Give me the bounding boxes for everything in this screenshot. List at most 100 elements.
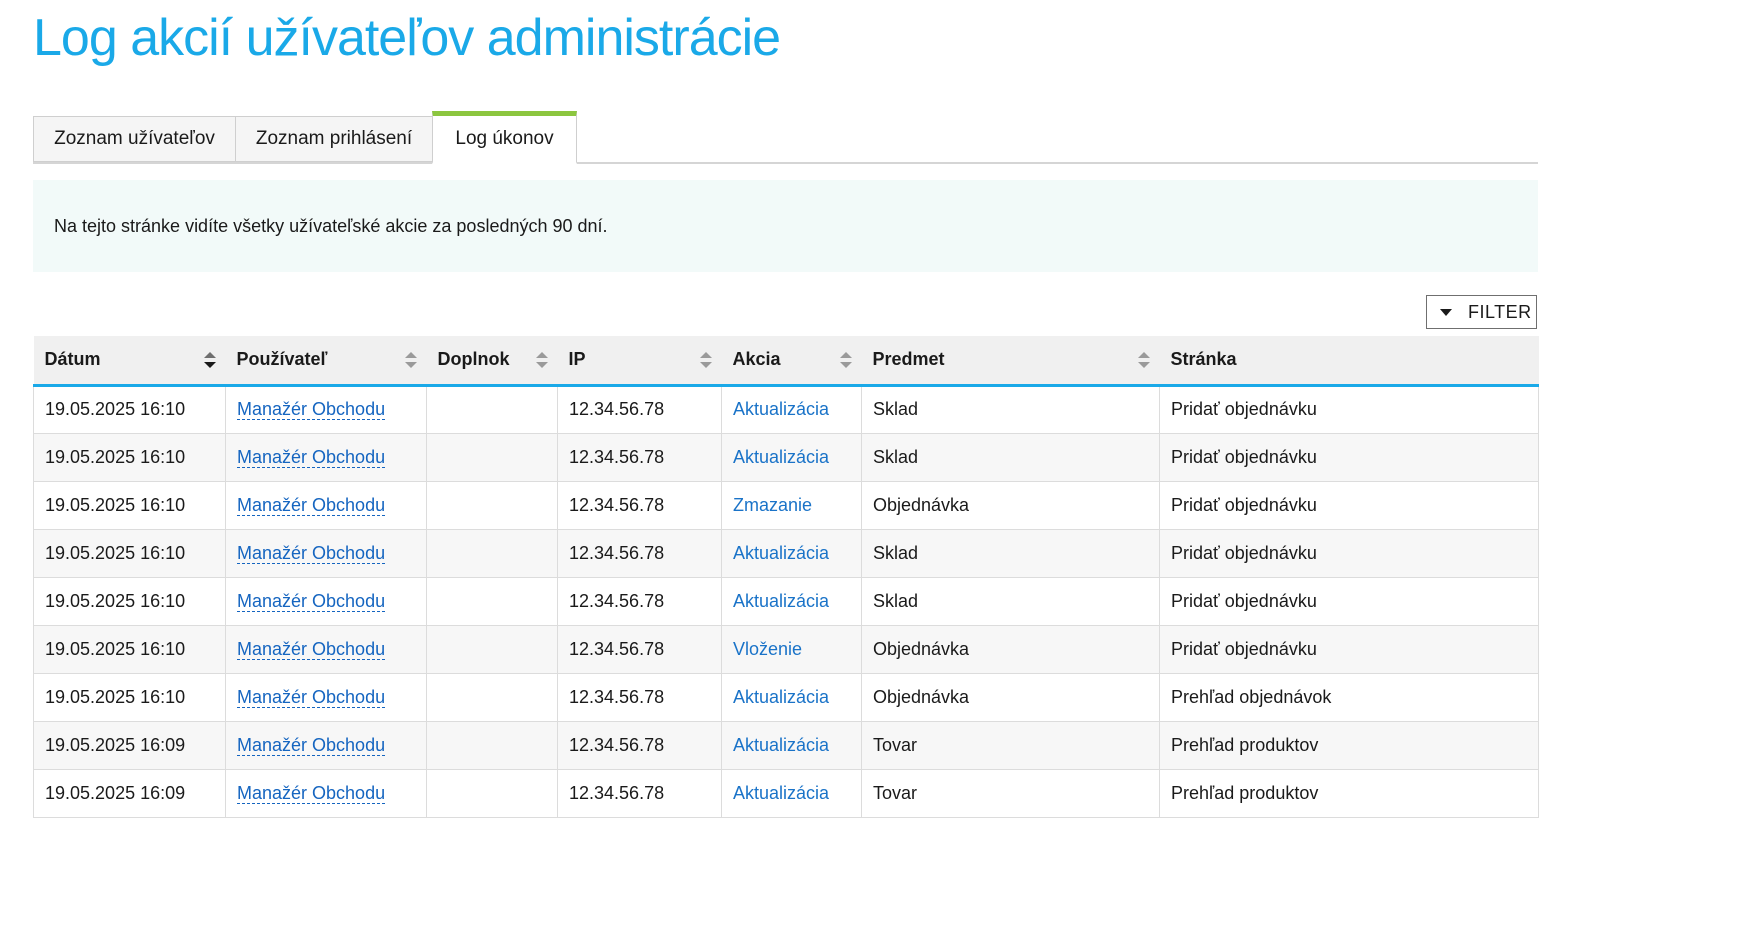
- sort-icon: [1137, 352, 1150, 370]
- cell-user-link[interactable]: Manažér Obchodu: [237, 542, 386, 564]
- cell-addon: [426, 577, 558, 626]
- cell-addon: [426, 385, 558, 434]
- cell-subject: Objednávka: [861, 481, 1160, 530]
- cell-action-link[interactable]: Aktualizácia: [733, 447, 829, 467]
- table-row: 19.05.2025 16:10 Manažér Obchodu 12.34.56.…: [33, 481, 1539, 530]
- cell-ip: 12.34.56.78: [557, 529, 722, 578]
- cell-action: Aktualizácia: [721, 577, 862, 626]
- cell-action-link[interactable]: Vloženie: [733, 639, 802, 659]
- cell-user: Manažér Obchodu: [225, 625, 427, 674]
- sort-icon: [535, 352, 548, 370]
- cell-user-link[interactable]: Manažér Obchodu: [237, 399, 386, 420]
- cell-subject: Objednávka: [861, 625, 1160, 674]
- column-header-addon[interactable]: Doplnok: [426, 336, 558, 387]
- cell-user: Manažér Obchodu: [225, 769, 427, 818]
- cell-page: Prehľad objednávok: [1159, 673, 1539, 722]
- column-header-user[interactable]: Používateľ: [225, 336, 427, 387]
- cell-user-link[interactable]: Manažér Obchodu: [237, 734, 386, 756]
- cell-action-link[interactable]: Aktualizácia: [733, 543, 829, 563]
- cell-ip: 12.34.56.78: [557, 769, 722, 818]
- cell-action: Aktualizácia: [721, 721, 862, 770]
- cell-date: 19.05.2025 16:09: [33, 721, 226, 770]
- cell-ip: 12.34.56.78: [557, 673, 722, 722]
- cell-subject: Sklad: [861, 577, 1160, 626]
- cell-page: Pridať objednávku: [1159, 577, 1539, 626]
- sort-icon: [404, 352, 417, 370]
- cell-date: 19.05.2025 16:10: [33, 385, 226, 434]
- page-title: Log akcií užívateľov administrácie: [33, 9, 781, 67]
- cell-action: Aktualizácia: [721, 769, 862, 818]
- tab-login-list[interactable]: Zoznam prihlásení: [235, 116, 433, 162]
- cell-page: Pridať objednávku: [1159, 433, 1539, 482]
- cell-addon: [426, 433, 558, 482]
- cell-date: 19.05.2025 16:10: [33, 433, 226, 482]
- column-header-subject[interactable]: Predmet: [861, 336, 1160, 387]
- cell-date: 19.05.2025 16:10: [33, 577, 226, 626]
- column-header-ip[interactable]: IP: [557, 336, 722, 387]
- cell-user-link[interactable]: Manažér Obchodu: [237, 638, 386, 660]
- cell-date: 19.05.2025 16:10: [33, 481, 226, 530]
- cell-action-link[interactable]: Aktualizácia: [733, 735, 829, 755]
- cell-ip: 12.34.56.78: [557, 385, 722, 434]
- sort-icon: [203, 352, 216, 370]
- cell-addon: [426, 529, 558, 578]
- cell-ip: 12.34.56.78: [557, 721, 722, 770]
- table-header-row: Dátum Používateľ Doplnok IP Akcia Predme…: [33, 336, 1539, 387]
- column-header-date[interactable]: Dátum: [33, 336, 226, 387]
- cell-date: 19.05.2025 16:10: [33, 673, 226, 722]
- cell-user-link[interactable]: Manažér Obchodu: [237, 782, 386, 804]
- cell-subject: Sklad: [861, 433, 1160, 482]
- cell-page: Prehľad produktov: [1159, 721, 1539, 770]
- cell-user: Manažér Obchodu: [225, 529, 427, 578]
- column-header-action[interactable]: Akcia: [721, 336, 862, 387]
- tab-action-log[interactable]: Log úkonov: [432, 111, 577, 164]
- cell-action: Vloženie: [721, 625, 862, 674]
- cell-action: Zmazanie: [721, 481, 862, 530]
- cell-user-link[interactable]: Manažér Obchodu: [237, 446, 386, 468]
- cell-date: 19.05.2025 16:10: [33, 529, 226, 578]
- cell-subject: Tovar: [861, 721, 1160, 770]
- cell-action-link[interactable]: Aktualizácia: [733, 687, 829, 707]
- cell-user-link[interactable]: Manažér Obchodu: [237, 494, 386, 516]
- cell-addon: [426, 721, 558, 770]
- tab-user-list[interactable]: Zoznam užívateľov: [33, 116, 236, 162]
- cell-action: Aktualizácia: [721, 433, 862, 482]
- cell-ip: 12.34.56.78: [557, 481, 722, 530]
- cell-page: Pridať objednávku: [1159, 385, 1539, 434]
- table-row: 19.05.2025 16:09 Manažér Obchodu 12.34.56.…: [33, 769, 1539, 818]
- cell-date: 19.05.2025 16:09: [33, 769, 226, 818]
- table-row: 19.05.2025 16:10 Manažér Obchodu 12.34.56.…: [33, 385, 1539, 434]
- info-text: Na tejto stránke vidíte všetky užívateľs…: [54, 215, 608, 236]
- cell-subject: Sklad: [861, 529, 1160, 578]
- sort-icon: [839, 352, 852, 370]
- sort-icon: [699, 352, 712, 370]
- cell-ip: 12.34.56.78: [557, 433, 722, 482]
- cell-ip: 12.34.56.78: [557, 625, 722, 674]
- cell-user: Manažér Obchodu: [225, 385, 427, 434]
- cell-user: Manažér Obchodu: [225, 673, 427, 722]
- cell-action-link[interactable]: Aktualizácia: [733, 591, 829, 611]
- cell-user-link[interactable]: Manažér Obchodu: [237, 686, 386, 708]
- filter-button[interactable]: FILTER: [1426, 295, 1537, 329]
- cell-subject: Tovar: [861, 769, 1160, 818]
- table-row: 19.05.2025 16:10 Manažér Obchodu 12.34.56.…: [33, 433, 1539, 482]
- table-row: 19.05.2025 16:10 Manažér Obchodu 12.34.56.…: [33, 625, 1539, 674]
- cell-page: Pridať objednávku: [1159, 625, 1539, 674]
- table-row: 19.05.2025 16:10 Manažér Obchodu 12.34.56.…: [33, 673, 1539, 722]
- cell-page: Prehľad produktov: [1159, 769, 1539, 818]
- cell-user: Manažér Obchodu: [225, 721, 427, 770]
- cell-action-link[interactable]: Zmazanie: [733, 495, 812, 515]
- cell-action-link[interactable]: Aktualizácia: [733, 783, 829, 803]
- table-row: 19.05.2025 16:10 Manažér Obchodu 12.34.56.…: [33, 577, 1539, 626]
- cell-user-link[interactable]: Manažér Obchodu: [237, 590, 386, 612]
- cell-action: Aktualizácia: [721, 673, 862, 722]
- table-row: 19.05.2025 16:09 Manažér Obchodu 12.34.56.…: [33, 721, 1539, 770]
- cell-action-link[interactable]: Aktualizácia: [733, 399, 829, 419]
- cell-subject: Sklad: [861, 385, 1160, 434]
- filter-label: FILTER: [1468, 301, 1532, 322]
- cell-ip: 12.34.56.78: [557, 577, 722, 626]
- tab-bar: Zoznam užívateľov Zoznam prihlásení Log …: [33, 111, 1538, 164]
- cell-addon: [426, 481, 558, 530]
- cell-addon: [426, 769, 558, 818]
- table-row: 19.05.2025 16:10 Manažér Obchodu 12.34.56.…: [33, 529, 1539, 578]
